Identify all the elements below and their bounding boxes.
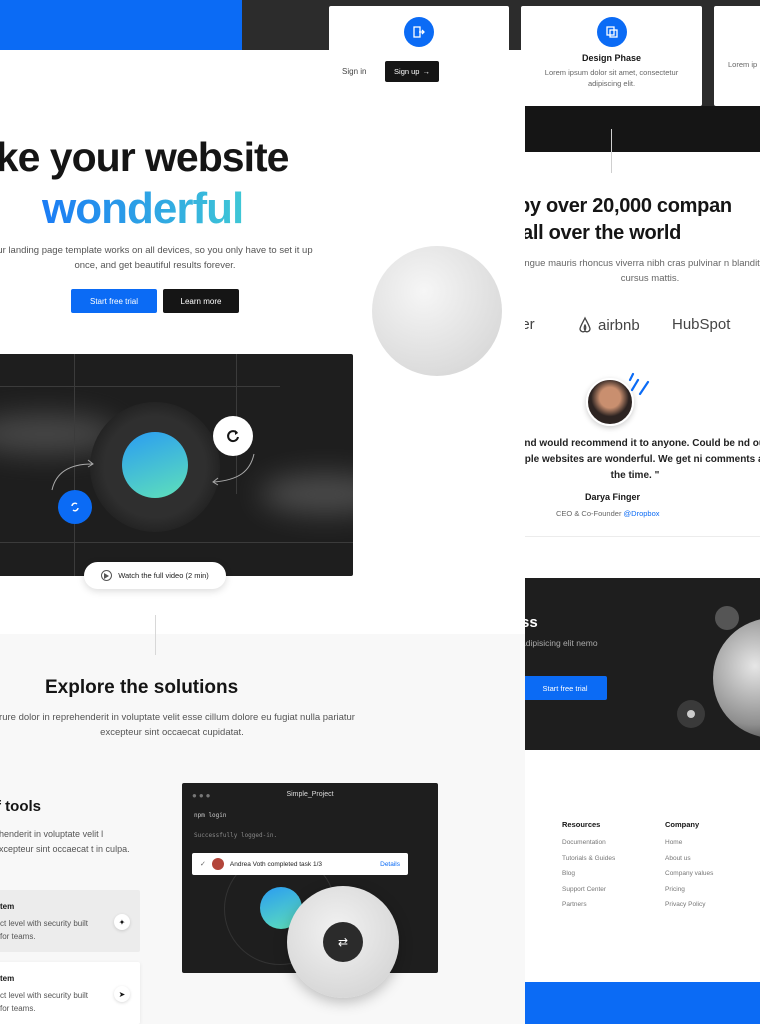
social-title-line1: by over 20,000 compan [518, 195, 732, 217]
airbnb-logo-text: airbnb [598, 316, 640, 334]
airbnb-logo: airbnb [576, 316, 640, 334]
avatar [211, 858, 224, 870]
decorative-sphere [372, 246, 502, 376]
check-icon: ✓ [200, 861, 206, 868]
terminal-line: npm login [194, 811, 277, 821]
notification-text: Andrea Voth completed task 1/3 [229, 860, 323, 868]
grid-line [0, 386, 280, 387]
learn-more-button[interactable]: Learn more [163, 289, 239, 313]
decorative-dot [677, 700, 705, 728]
feature-card-spacer [714, 6, 760, 59]
terminal-line: Successfully logged-in. [194, 832, 278, 839]
footer-heading: Company [665, 820, 700, 829]
signup-button[interactable]: Sign up → [385, 61, 439, 82]
tools-title: f tools [0, 798, 41, 815]
decorative-dot [715, 606, 739, 630]
top-blue-strip [0, 0, 242, 52]
task-notification: ✓ Andrea Voth completed task 1/3 Details [192, 853, 408, 875]
sparkle-icon [628, 372, 650, 396]
feature-card-desc: Lorem ipsum dolor sit amet, consectetur … [544, 68, 679, 88]
footer-link[interactable]: Partners [562, 897, 615, 913]
exit-icon [404, 17, 434, 47]
hero-video[interactable] [0, 354, 353, 576]
footer-link[interactable]: Pricing [665, 882, 713, 898]
feature-card-title: Design Phase [581, 53, 642, 63]
watch-video-button[interactable]: Watch the full video (2 min) [84, 562, 226, 589]
section-divider [611, 129, 612, 173]
swap-icon: ⇄ [323, 922, 363, 962]
copy-icon [596, 17, 627, 47]
cta-title: ss [525, 614, 538, 631]
right-dark-band [525, 106, 760, 152]
testimonial-role-text: CEO & Co-Founder [556, 509, 622, 518]
feature-item-title: tem [0, 974, 15, 983]
feature-item-desc: ct level with security built for teams. [0, 991, 89, 1013]
cta-desc: adipisicing elit nemo [525, 638, 598, 648]
footer-link[interactable]: Support Center [562, 882, 615, 898]
decorative-sphere [713, 618, 760, 738]
bottom-blue-strip [525, 982, 760, 1024]
decorative-blur [260, 474, 353, 514]
footer-link[interactable]: Privacy Policy [665, 897, 713, 913]
cursor-icon: ➤ [114, 986, 130, 1002]
airbnb-icon [579, 316, 591, 333]
hero-title: ake your website [0, 134, 289, 180]
testimonial-role: CEO & Co-Founder @Dropbox [556, 509, 660, 518]
signup-label: Sign up [394, 67, 420, 76]
left-page: Sign in Sign up → ake your website wonde… [0, 50, 525, 1024]
start-trial-button[interactable]: Start free trial [71, 289, 157, 313]
explore-subtitle: e irure dolor in reprehenderit in volupt… [0, 712, 355, 738]
footer-link[interactable]: About us [665, 851, 713, 867]
explore-title: Explore the solutions [45, 677, 239, 698]
footer-col-company: Company Home About us Company values Pri… [665, 820, 713, 913]
divider [525, 536, 760, 537]
terminal-command: npm login [194, 812, 227, 819]
feature-card-design-phase: Design Phase Lorem ipsum dolor sit amet,… [521, 6, 702, 106]
testimonial-company-link[interactable]: @Dropbox [624, 509, 660, 518]
avatar [586, 378, 634, 426]
cta-section: ss adipisicing elit nemo Start free tria… [525, 578, 760, 750]
arrow-right-icon: → [422, 67, 430, 76]
curved-arrow-icon [212, 453, 255, 486]
social-subtitle: congue mauris rhoncus viverra nibh cras … [514, 258, 760, 284]
feature-item[interactable]: tem ct level with security built for tea… [0, 962, 140, 1024]
play-icon [101, 570, 113, 581]
footer-heading: Resources [562, 820, 601, 829]
tools-desc: ehenderit in voluptate velit l excepteur… [0, 829, 130, 854]
curved-arrow-icon [51, 459, 94, 491]
testimonial-quote: uct and would recommend it to anyone. Co… [500, 438, 760, 481]
terminal-code: npm login Successfully logged-in. [194, 811, 277, 841]
decorative-sphere: ⇄ [287, 886, 399, 998]
feature-item-title: tem [0, 902, 15, 911]
feature-item[interactable]: tem ct level with security built for tea… [0, 890, 140, 952]
footer-link[interactable]: Tutorials & Guides [562, 851, 615, 867]
footer-link[interactable]: Documentation [562, 835, 615, 851]
gradient-orb [122, 432, 188, 498]
testimonial-name: Darya Finger [585, 492, 641, 502]
grid-line [0, 542, 353, 543]
footer: Resources Documentation Tutorials & Guid… [525, 760, 760, 982]
hero-subtitle: ur landing page template works on all de… [0, 245, 313, 271]
footer-col-resources: Resources Documentation Tutorials & Guid… [562, 820, 615, 913]
footer-link[interactable]: Blog [562, 866, 615, 882]
sparkle-icon: ✦ [114, 914, 130, 930]
watch-video-label: Watch the full video (2 min) [118, 571, 209, 580]
footer-link[interactable]: Home [665, 835, 713, 851]
footer-link[interactable]: Company values [665, 866, 713, 882]
section-divider [155, 615, 156, 655]
terminal-title: Simple_Project [286, 791, 334, 798]
feature-item-desc: ct level with security built for teams. [0, 919, 89, 941]
feature-card-3: Lorem ip [714, 6, 760, 106]
feature-card-desc: Lorem ip [728, 60, 758, 69]
sync-icon [58, 490, 92, 524]
details-link[interactable]: Details [380, 861, 400, 868]
social-title-line2: all over the world [522, 222, 682, 244]
decorative-dot-core [687, 710, 695, 718]
hero-title-highlight: wonderful [42, 184, 244, 233]
cta-start-trial-button[interactable]: Start free trial [525, 676, 607, 700]
hubspot-logo: HubSpot [672, 316, 731, 333]
signin-link[interactable]: Sign in [342, 67, 366, 76]
